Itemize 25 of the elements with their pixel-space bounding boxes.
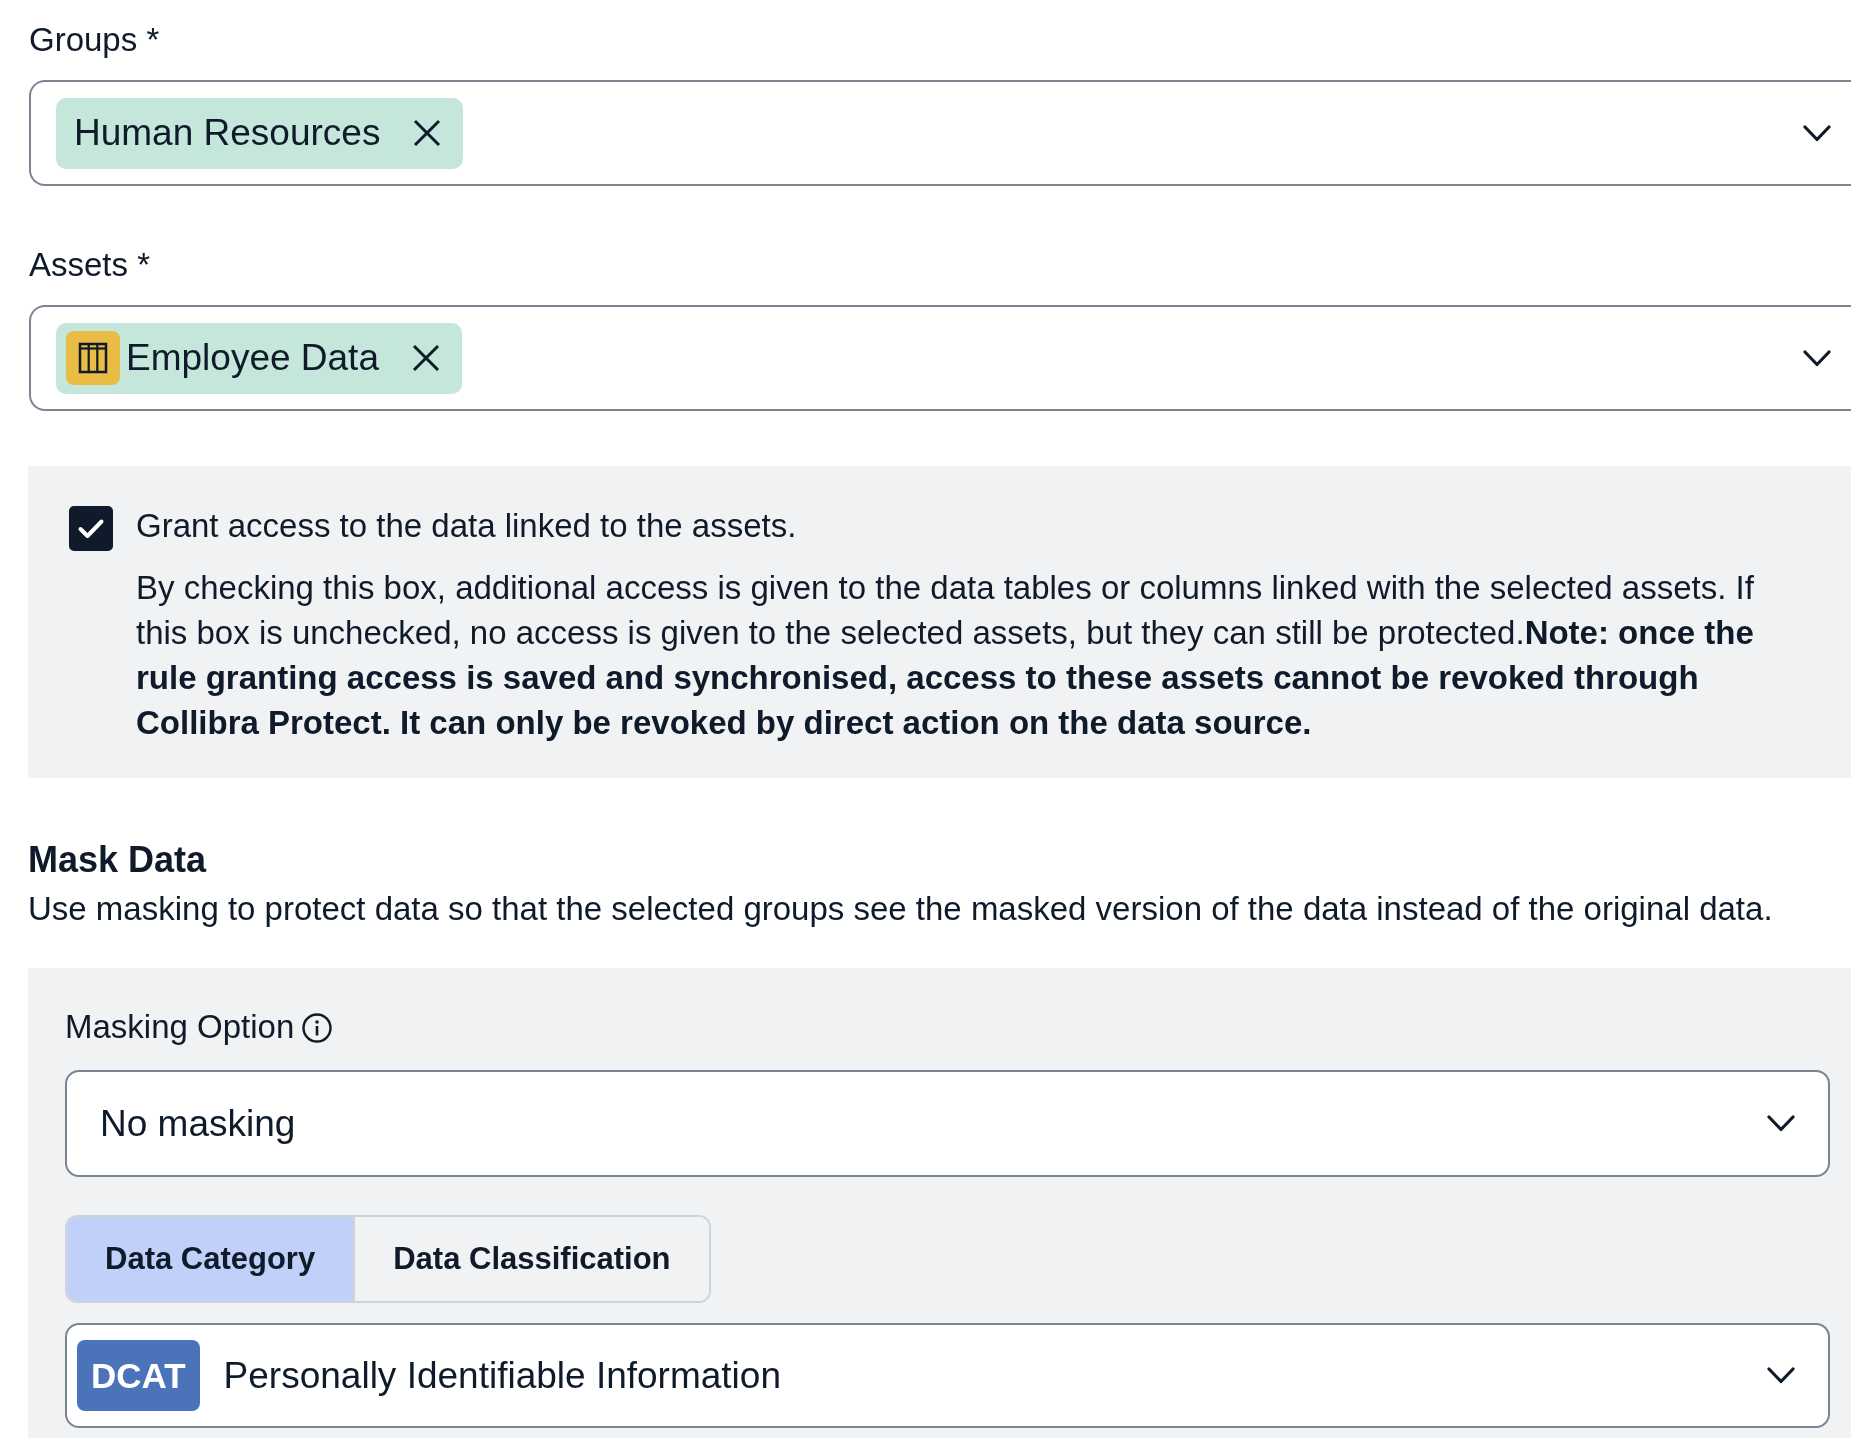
chevron-down-icon[interactable] [1767,1115,1795,1132]
info-icon[interactable] [302,1013,333,1043]
table-icon [66,331,120,385]
chevron-down-icon[interactable] [1803,124,1831,142]
chevron-down-icon[interactable] [1803,349,1831,367]
code-badge: DCAT [77,1340,200,1411]
section-description: Use masking to protect data so that the selected groups see the masked version of the data instead of the original data. [28,889,1774,929]
category-select[interactable]: DCAT Personally Identifiable Information [65,1323,1830,1428]
checkbox-description: By checking this box, additional access is given to the data tables or columns linked with the selected assets. If this box is unchecked, no access is given to the selected assets, but they can still be protected.Note: once the rule granting access is saved and synchronised, access to these assets cannot be revoked through Collibra Protect. It can only be revoked by direct action on the data source. [136,568,1755,743]
tag-label: Employee Data [126,336,379,380]
masking-select[interactable]: No masking [65,1070,1830,1177]
section-title: Mask Data [28,838,208,882]
tab[interactable]: Data Classification [353,1217,709,1301]
multi-select-field[interactable]: Employee Data [29,305,1851,411]
field-label: Assets * [28,245,152,285]
chevron-down-icon[interactable] [1767,1367,1795,1384]
close-icon[interactable] [413,119,442,147]
tag-label: Human Resources [74,111,381,155]
tab[interactable]: Data Category [67,1217,354,1301]
checkbox[interactable] [69,506,113,551]
close-icon[interactable] [411,344,440,372]
field-label: Masking Option [64,1007,295,1047]
checkbox-label: Grant access to the data linked to the assets. [136,506,798,546]
multi-select-field[interactable]: Human Resources [29,80,1851,186]
field-label: Groups * [28,20,161,60]
